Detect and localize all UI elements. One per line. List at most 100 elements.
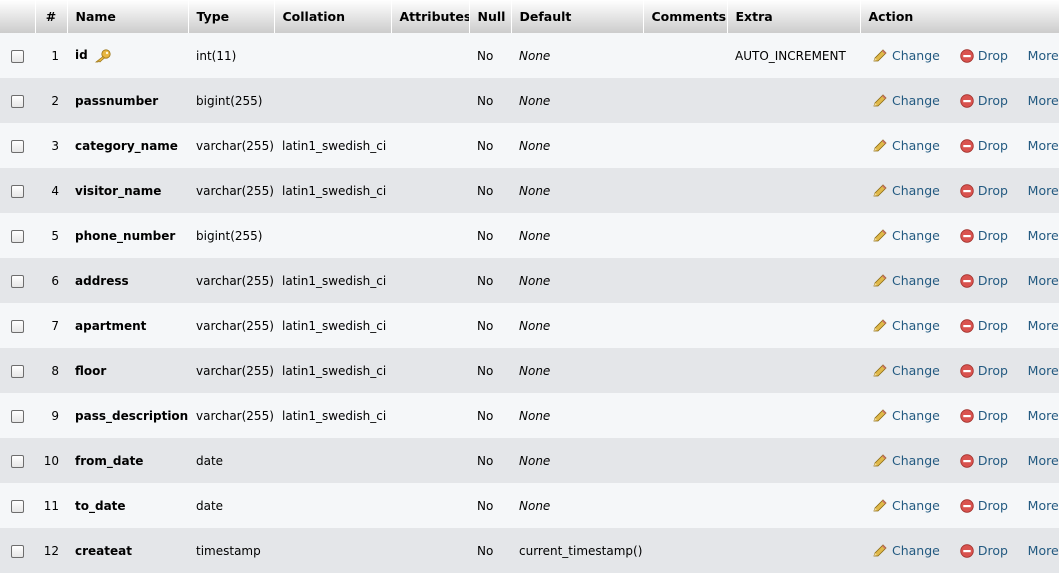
column-attributes (391, 528, 469, 573)
column-name-cell: to_date (67, 483, 188, 528)
drop-icon (960, 48, 974, 63)
change-link[interactable]: Change (872, 363, 956, 378)
drop-link[interactable]: Drop (960, 48, 1024, 63)
column-extra (727, 168, 860, 213)
more-link[interactable]: More (1028, 183, 1059, 198)
drop-icon (960, 498, 974, 513)
change-link[interactable]: Change (872, 48, 956, 63)
more-link[interactable]: More (1028, 318, 1059, 333)
more-link[interactable]: More (1028, 48, 1059, 63)
change-link[interactable]: Change (872, 453, 956, 468)
row-checkbox[interactable] (11, 364, 24, 378)
change-label: Change (892, 48, 940, 63)
row-actions: Change Drop More (860, 213, 1059, 258)
row-checkbox[interactable] (11, 229, 24, 243)
change-link[interactable]: Change (872, 228, 956, 243)
row-checkbox[interactable] (11, 499, 24, 513)
table-row: 8 floor varchar(255) latin1_swedish_ci N… (0, 348, 1059, 393)
column-collation: latin1_swedish_ci (274, 393, 391, 438)
pencil-icon (873, 453, 887, 466)
row-actions: Change Drop More (860, 483, 1059, 528)
more-label: More (1027, 48, 1059, 63)
more-link[interactable]: More (1028, 138, 1059, 153)
column-extra: AUTO_INCREMENT (727, 33, 860, 78)
row-checkbox-cell (0, 258, 35, 303)
more-link[interactable]: More (1028, 498, 1059, 513)
column-comments (643, 393, 727, 438)
more-link[interactable]: More (1028, 363, 1059, 378)
more-link[interactable]: More (1028, 93, 1059, 108)
more-link[interactable]: More (1028, 228, 1059, 243)
more-link[interactable]: More (1028, 273, 1059, 288)
column-comments (643, 438, 727, 483)
more-link[interactable]: More (1028, 453, 1059, 468)
change-link[interactable]: Change (872, 138, 956, 153)
column-null: No (469, 33, 511, 78)
column-null: No (469, 168, 511, 213)
row-checkbox[interactable] (11, 184, 24, 198)
column-attributes (391, 348, 469, 393)
change-link[interactable]: Change (872, 318, 956, 333)
header-null: Null (469, 0, 512, 33)
column-name: from_date (75, 453, 144, 468)
more-label: More (1027, 318, 1059, 333)
column-name-cell: pass_description (67, 393, 188, 438)
change-link[interactable]: Change (872, 543, 956, 558)
column-comments (643, 348, 727, 393)
row-checkbox[interactable] (11, 454, 24, 468)
drop-link[interactable]: Drop (960, 183, 1024, 198)
drop-link[interactable]: Drop (960, 93, 1024, 108)
pencil-icon (873, 408, 887, 421)
drop-link[interactable]: Drop (960, 543, 1024, 558)
column-attributes (391, 213, 469, 258)
more-link[interactable]: More (1028, 408, 1059, 423)
more-link[interactable]: More (1028, 543, 1059, 558)
row-checkbox[interactable] (11, 94, 24, 108)
row-checkbox-cell (0, 303, 35, 348)
drop-link[interactable]: Drop (960, 363, 1024, 378)
table-row: 9 pass_description varchar(255) latin1_s… (0, 393, 1059, 438)
column-comments (643, 258, 727, 303)
column-name-cell: visitor_name (67, 168, 188, 213)
row-checkbox[interactable] (11, 409, 24, 423)
row-checkbox[interactable] (11, 544, 24, 558)
row-checkbox[interactable] (11, 274, 24, 288)
column-collation (274, 528, 391, 573)
drop-link[interactable]: Drop (960, 273, 1024, 288)
column-collation (274, 33, 391, 78)
column-null: No (469, 528, 511, 573)
change-link[interactable]: Change (872, 273, 956, 288)
column-name-cell: apartment (67, 303, 188, 348)
column-extra (727, 528, 860, 573)
row-number: 9 (35, 393, 67, 438)
column-type: int(11) (188, 33, 274, 78)
column-name: createat (75, 543, 132, 558)
row-checkbox[interactable] (11, 49, 24, 63)
header-name[interactable]: Name (67, 0, 189, 33)
change-link[interactable]: Change (872, 408, 956, 423)
drop-link[interactable]: Drop (960, 408, 1024, 423)
row-number: 3 (35, 123, 67, 168)
column-default: None (511, 213, 643, 258)
column-attributes (391, 33, 469, 78)
change-link[interactable]: Change (872, 93, 956, 108)
drop-link[interactable]: Drop (960, 498, 1024, 513)
row-checkbox[interactable] (11, 139, 24, 153)
column-type: date (188, 483, 274, 528)
drop-icon (960, 228, 974, 243)
row-checkbox-cell (0, 33, 35, 78)
change-link[interactable]: Change (872, 183, 956, 198)
drop-link[interactable]: Drop (960, 138, 1024, 153)
more-label: More (1027, 543, 1059, 558)
table-row: 6 address varchar(255) latin1_swedish_ci… (0, 258, 1059, 303)
column-attributes (391, 483, 469, 528)
column-attributes (391, 168, 469, 213)
drop-link[interactable]: Drop (960, 318, 1024, 333)
drop-link[interactable]: Drop (960, 453, 1024, 468)
drop-label: Drop (977, 273, 1008, 288)
more-label: More (1027, 273, 1059, 288)
header-num: # (35, 0, 68, 33)
drop-link[interactable]: Drop (960, 228, 1024, 243)
change-link[interactable]: Change (872, 498, 956, 513)
row-checkbox[interactable] (11, 319, 24, 333)
